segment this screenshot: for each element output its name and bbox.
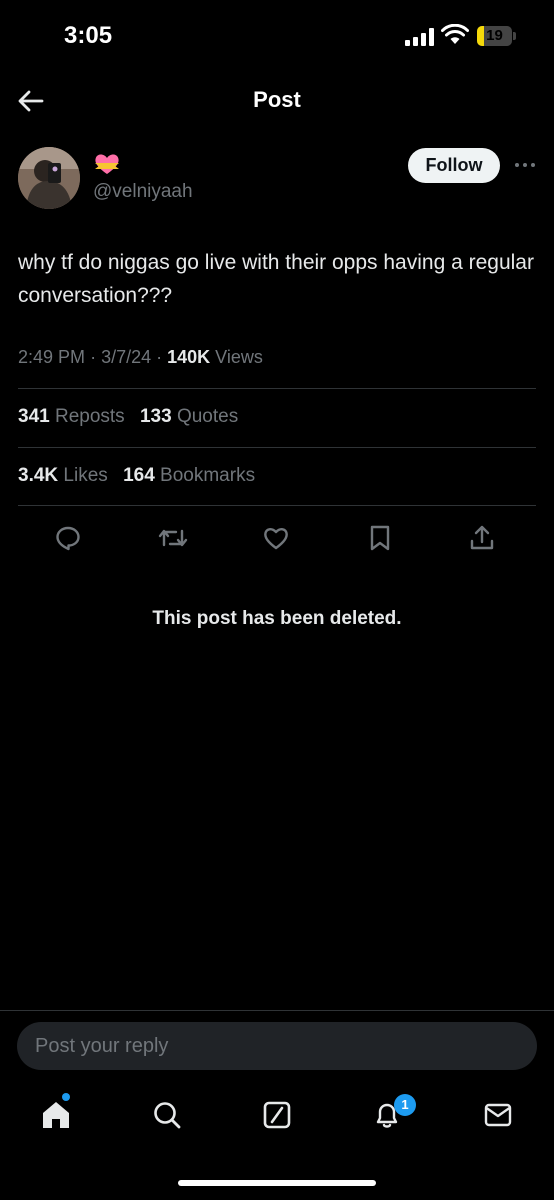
post-meta: 2:49 PM · 3/7/24 · 140K Views [18,347,263,368]
views-count: 140K [167,347,211,367]
views-label: Views [215,347,263,367]
wifi-icon [441,24,469,44]
like-icon [264,528,288,550]
reposts-label: Reposts [54,406,125,427]
repost-button[interactable] [158,523,188,553]
repost-icon [158,529,188,547]
quotes-stat[interactable]: 133 Quotes [140,406,238,427]
grok-icon [263,1101,291,1129]
reply-button[interactable] [53,523,83,553]
search-icon [154,1102,181,1129]
reposts-stat[interactable]: 341 Reposts [18,406,130,427]
bookmarks-label: Bookmarks [160,465,256,486]
deleted-notice: This post has been deleted. [152,608,402,629]
home-indicator [178,1180,376,1186]
arrow-left-icon [18,90,44,112]
notification-badge: 1 [394,1094,416,1116]
nav-search[interactable] [150,1098,184,1132]
nav-messages[interactable] [481,1098,515,1132]
meta-separator: · [156,347,168,367]
divider [18,388,536,389]
likes-label: Likes [63,465,108,486]
home-unread-dot [62,1093,70,1101]
back-button[interactable] [12,82,50,120]
quotes-label: Quotes [176,406,239,427]
post-time: 2:49 PM [18,347,86,367]
page-title: Post [253,87,301,112]
battery-icon: 19 [477,26,516,46]
nav-grok[interactable] [260,1098,294,1132]
status-bar: 3:05 19 [0,0,554,72]
status-time: 3:05 [64,22,113,49]
more-options-button[interactable] [510,154,540,176]
reposts-count: 341 [18,406,50,427]
follow-button[interactable]: Follow [408,148,500,183]
home-icon [43,1102,69,1128]
cellular-signal-icon [405,28,435,46]
reply-icon [56,526,80,551]
messages-icon [484,1103,512,1127]
battery-level: 19 [486,27,503,44]
divider [0,1010,554,1011]
avatar[interactable] [18,147,80,209]
share-icon [470,525,494,550]
divider [18,447,536,448]
likes-stat[interactable]: 3.4K Likes [18,465,113,486]
author-handle[interactable]: @velniyaah [93,181,193,203]
bookmarks-count: 164 [123,465,155,486]
heart-ribbon-emoji-icon [95,154,119,174]
meta-separator: · [90,347,102,367]
likes-count: 3.4K [18,465,59,486]
nav-home[interactable] [39,1098,73,1132]
bookmark-button[interactable] [365,523,395,553]
share-button[interactable] [467,523,497,553]
more-dots-icon [515,163,535,167]
reposts-quotes-row: 341 Reposts 133 Quotes [18,406,248,428]
bookmarks-stat[interactable]: 164 Bookmarks [123,465,255,486]
bookmark-icon [370,525,390,551]
like-button[interactable] [261,523,291,553]
avatar-photo [18,147,80,209]
post-date: 3/7/24 [101,347,152,367]
divider [18,505,536,506]
header: Post [0,72,554,130]
reply-input[interactable] [17,1022,537,1070]
post-text: why tf do niggas go live with their opps… [18,251,534,307]
quotes-count: 133 [139,406,172,427]
likes-bookmarks-row: 3.4K Likes 164 Bookmarks [18,465,265,487]
